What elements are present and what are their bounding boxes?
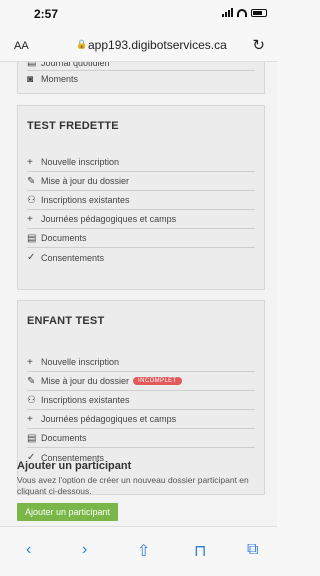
- menu-item-label: Journal quotidien: [41, 62, 110, 68]
- menu-item[interactable]: ✎ Mise à jour du dossier: [27, 172, 255, 191]
- url-text[interactable]: app193.digibotservices.ca: [88, 38, 227, 52]
- menu-item-label: Documents: [41, 433, 87, 443]
- wifi-icon: [237, 8, 247, 17]
- menu-item-label: Journées pédagogiques et camps: [41, 414, 177, 424]
- browser-toolbar: ‹ › ⇧ ⊓ ⧉: [0, 526, 277, 576]
- status-time: 2:57: [34, 7, 59, 21]
- journal-icon: ▤: [27, 62, 37, 68]
- camera-icon: ◙: [27, 73, 34, 85]
- tabs-icon[interactable]: ⧉: [247, 541, 258, 559]
- menu-item[interactable]: ▤ Journal quotidien: [27, 62, 255, 71]
- menu-item[interactable]: ✓ Consentements: [27, 248, 255, 267]
- forward-icon[interactable]: ›: [82, 541, 87, 559]
- users-icon: ⚇: [27, 394, 36, 406]
- back-icon[interactable]: ‹: [26, 541, 31, 559]
- participant-name: TEST FREDETTE: [27, 120, 119, 132]
- share-icon[interactable]: ⇧: [137, 541, 150, 561]
- page-content: ▤ Journal quotidien ◙ Moments TEST FREDETTE…: [0, 62, 277, 526]
- status-bar: 2:57: [0, 0, 277, 28]
- add-participant-button[interactable]: Ajouter un participant: [17, 503, 119, 521]
- participant-card-partial: ▤ Journal quotidien ◙ Moments: [17, 62, 265, 94]
- participant-menu: ▤ Journal quotidien ◙ Moments: [27, 62, 255, 87]
- menu-item-label: Nouvelle inscription: [41, 357, 120, 367]
- bookmarks-icon[interactable]: ⊓: [194, 541, 206, 561]
- plus-icon: +: [27, 156, 33, 168]
- menu-item[interactable]: ✎ Mise à jour du dossier INCOMPLET: [27, 372, 255, 391]
- pencil-icon: ✎: [27, 375, 36, 387]
- plus-icon: +: [27, 413, 33, 425]
- address-bar[interactable]: AA 🔒 app193.digibotservices.ca ↻: [0, 28, 277, 62]
- users-icon: ⚇: [27, 194, 36, 206]
- participant-menu: + Nouvelle inscription ✎ Mise à jour du dos…: [27, 353, 255, 467]
- menu-item[interactable]: + Journées pédagogiques et camps: [27, 210, 255, 229]
- document-icon: ▤: [27, 432, 37, 444]
- participant-card: TEST FREDETTE + Nouvelle inscription ✎ Mise…: [17, 105, 265, 290]
- pencil-icon: ✎: [27, 175, 36, 187]
- document-icon: ▤: [27, 232, 37, 244]
- menu-item-label: Nouvelle inscription: [41, 157, 120, 167]
- status-badge: INCOMPLET: [133, 377, 182, 385]
- battery-icon: [251, 8, 267, 17]
- menu-item-label: Journées pédagogiques et camps: [41, 214, 177, 224]
- menu-item[interactable]: + Nouvelle inscription: [27, 153, 255, 172]
- participant-menu: + Nouvelle inscription ✎ Mise à jour du dos…: [27, 153, 255, 267]
- lock-icon: 🔒: [76, 39, 88, 49]
- menu-item-label: Inscriptions existantes: [41, 395, 130, 405]
- add-participant-title: Ajouter un participant: [17, 460, 132, 472]
- menu-item-label: Mise à jour du dossier: [41, 176, 130, 186]
- menu-item-label: Moments: [41, 74, 79, 84]
- menu-item[interactable]: ⚇ Inscriptions existantes: [27, 391, 255, 410]
- text-size-button[interactable]: AA: [14, 40, 29, 52]
- menu-item-label: Mise à jour du dossier: [41, 376, 130, 386]
- signal-icon: [222, 8, 233, 17]
- check-icon: ✓: [27, 252, 36, 263]
- menu-item[interactable]: ⚇ Inscriptions existantes: [27, 191, 255, 210]
- menu-item-label: Consentements: [41, 252, 105, 263]
- menu-item[interactable]: + Nouvelle inscription: [27, 353, 255, 372]
- plus-icon: +: [27, 356, 33, 368]
- add-participant-description: Vous avez l'option de créer un nouveau d…: [17, 475, 249, 496]
- menu-item[interactable]: ▤ Documents: [27, 229, 255, 248]
- menu-item-label: Documents: [41, 233, 87, 243]
- add-participant-section: Ajouter un participant Vous avez l'optio…: [17, 460, 265, 521]
- menu-item[interactable]: + Journées pédagogiques et camps: [27, 410, 255, 429]
- reload-icon[interactable]: ↻: [252, 36, 265, 54]
- status-icons: [222, 8, 267, 17]
- participant-name: ENFANT TEST: [27, 315, 105, 327]
- menu-item[interactable]: ▤ Documents: [27, 429, 255, 448]
- menu-item-label: Inscriptions existantes: [41, 195, 130, 205]
- plus-icon: +: [27, 213, 33, 225]
- menu-item[interactable]: ◙ Moments: [27, 71, 255, 87]
